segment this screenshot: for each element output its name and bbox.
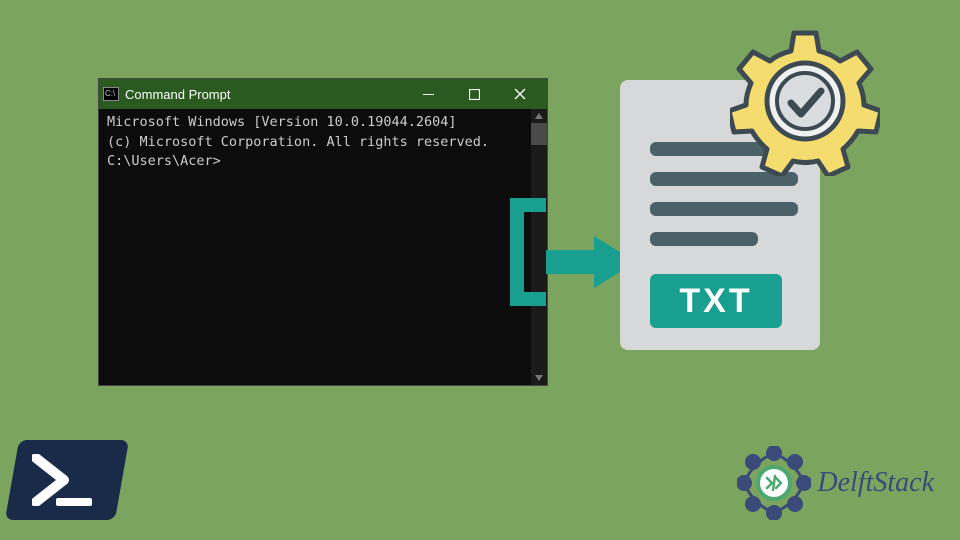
cmd-icon: C:\ <box>103 87 119 101</box>
scroll-down-button[interactable] <box>531 371 547 385</box>
delftstack-emblem-icon <box>737 446 811 520</box>
chevron-up-icon <box>535 113 543 119</box>
gear-check-icon <box>730 26 880 176</box>
delftstack-text: DelftStack <box>817 467 934 499</box>
txt-badge: TXT <box>650 274 782 328</box>
command-prompt-window: C:\ Command Prompt Microsoft Windows [Ve… <box>98 78 548 386</box>
delftstack-logo: DelftStack <box>737 446 934 520</box>
terminal-line: (c) Microsoft Corporation. All rights re… <box>107 133 539 153</box>
scroll-up-button[interactable] <box>531 109 547 123</box>
minimize-button[interactable] <box>405 79 451 109</box>
window-controls <box>405 79 543 109</box>
maximize-icon <box>469 89 480 100</box>
close-icon <box>514 88 526 100</box>
titlebar[interactable]: C:\ Command Prompt <box>99 79 547 109</box>
close-button[interactable] <box>497 79 543 109</box>
window-title: Command Prompt <box>125 87 405 102</box>
terminal-prompt: C:\Users\Acer> <box>107 152 539 172</box>
scrollbar-thumb[interactable] <box>531 123 547 145</box>
minimize-icon <box>423 94 434 95</box>
powershell-icon <box>5 440 129 520</box>
maximize-button[interactable] <box>451 79 497 109</box>
terminal-line: Microsoft Windows [Version 10.0.19044.26… <box>107 113 539 133</box>
chevron-down-icon <box>535 375 543 381</box>
terminal-body[interactable]: Microsoft Windows [Version 10.0.19044.26… <box>99 109 547 385</box>
